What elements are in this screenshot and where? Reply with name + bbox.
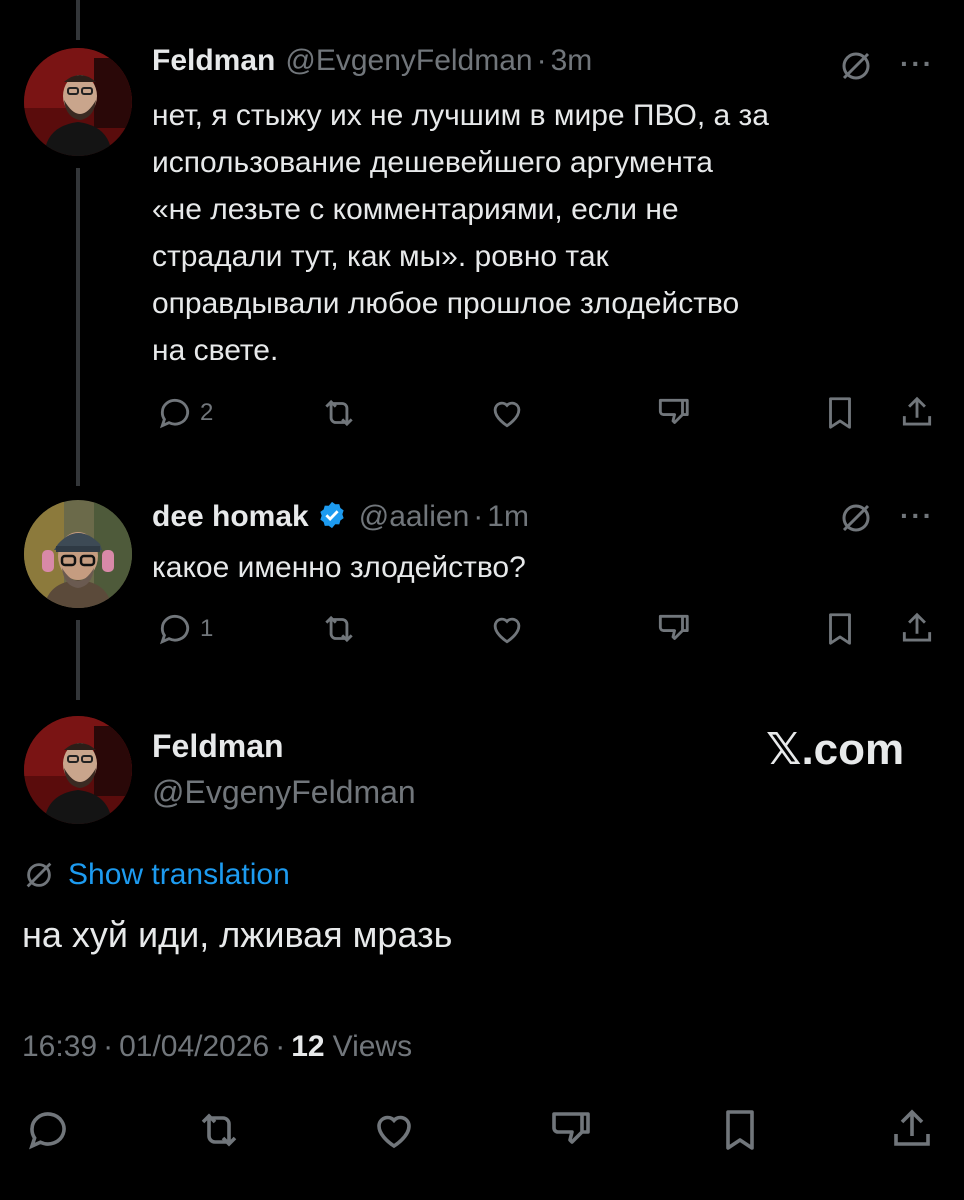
tweet1-share-button[interactable] xyxy=(898,394,936,432)
tweet2-separator: · xyxy=(473,500,484,533)
main-sep1: · xyxy=(103,1030,114,1063)
avatar-feldman[interactable] xyxy=(24,48,132,156)
tweet1-text-line: нет, я стыжу их не лучшим в мире ПВО, а … xyxy=(152,99,769,132)
avatar-feldman-main[interactable] xyxy=(24,716,132,824)
tweet2-like-button[interactable] xyxy=(488,610,526,648)
main-actions xyxy=(0,1106,964,1156)
tweet2-reply-button[interactable]: 1 xyxy=(156,610,213,648)
tweet1-retweet-button[interactable] xyxy=(318,394,360,432)
tweet1-bookmark-button[interactable] xyxy=(822,394,858,432)
like-icon xyxy=(493,401,521,428)
tweet1-time[interactable]: 3m xyxy=(551,44,593,78)
avatar-feldman-image xyxy=(24,48,132,156)
tweet2-text: какое именно злодейство? xyxy=(152,551,526,584)
thread-line-top xyxy=(76,0,80,40)
tweet1-text-line: использование дешевейшего аргумента xyxy=(152,146,713,179)
bookmark-icon xyxy=(726,1110,754,1150)
grok-icon[interactable] xyxy=(838,500,874,541)
translate-icon xyxy=(26,862,52,888)
main-sep2: · xyxy=(275,1030,286,1063)
tweet1-text-line: «не лезьте с комментариями, если не xyxy=(152,193,679,226)
like-icon xyxy=(493,617,521,644)
main-views-count: 12 xyxy=(291,1030,325,1063)
reply-icon xyxy=(29,1112,66,1150)
avatar-dee-homak[interactable] xyxy=(24,500,132,608)
main-time[interactable]: 16:39 xyxy=(22,1030,97,1064)
tweet2-handle[interactable]: @aalien xyxy=(359,500,470,534)
dislike-icon xyxy=(658,398,689,424)
tweet1-display-name[interactable]: Feldman xyxy=(152,44,275,78)
main-handle[interactable]: @EvgenyFeldman xyxy=(152,774,416,811)
tweet1-like-button[interactable] xyxy=(488,394,526,432)
tweet2-display-name[interactable]: dee homak xyxy=(152,500,309,534)
avatar-dee-homak-image xyxy=(24,500,132,608)
main-bookmark-button[interactable] xyxy=(718,1106,762,1154)
show-translation-link[interactable]: Show translation xyxy=(68,858,290,892)
tweet1-reply-count: 2 xyxy=(200,399,214,426)
main-like-button[interactable] xyxy=(370,1106,418,1154)
tweet2-header: dee homak @aalien · 1m xyxy=(152,496,529,534)
tweet1-header: Feldman @EvgenyFeldman · 3m xyxy=(152,44,592,78)
tweet2-actions: 1 xyxy=(0,610,964,650)
grok-icon[interactable] xyxy=(838,48,874,89)
bookmark-icon xyxy=(829,397,851,429)
share-icon xyxy=(894,1109,930,1146)
tweet1-text-line: на свете. xyxy=(152,334,279,367)
retweet-icon xyxy=(325,615,353,643)
main-display-name[interactable]: Feldman xyxy=(152,728,284,765)
main-views-label: Views xyxy=(332,1030,413,1063)
tweet1-text-line: оправдывали любое прошлое злодейство xyxy=(152,287,740,320)
tweet1-text: нет, я стыжу их не лучшим в мире ПВО, а … xyxy=(152,92,769,374)
main-share-button[interactable] xyxy=(888,1106,936,1154)
tweet1-handle[interactable]: @EvgenyFeldman xyxy=(285,44,532,78)
tweet2-time[interactable]: 1m xyxy=(487,500,529,534)
tweet2-retweet-button[interactable] xyxy=(318,610,360,648)
tweet2-dislike-button[interactable] xyxy=(654,610,692,648)
verified-badge-icon xyxy=(317,500,347,530)
main-date[interactable]: 01/04/2026 xyxy=(119,1030,269,1064)
tweet1-reply-button[interactable]: 2 xyxy=(156,394,213,432)
main-tweet-text: на хуй иди, лживая мразь xyxy=(22,914,453,955)
reply-icon xyxy=(159,398,190,429)
tweet1-actions: 2 xyxy=(0,394,964,434)
reply-icon xyxy=(159,614,190,645)
main-dislike-button[interactable] xyxy=(546,1106,594,1154)
show-translation-row[interactable]: Show translation xyxy=(22,858,290,892)
tweet2-reply-count: 1 xyxy=(200,615,214,642)
avatar-feldman-main-image xyxy=(24,716,132,824)
main-meta: 16:39 · 01/04/2026 · 12 Views xyxy=(22,1030,412,1064)
tweet2-share-button[interactable] xyxy=(898,610,936,648)
tweet1-separator: · xyxy=(536,44,547,77)
tweet1-more-button[interactable]: ··· xyxy=(900,48,934,80)
tweet2-bookmark-button[interactable] xyxy=(822,610,858,648)
tweet1-dislike-button[interactable] xyxy=(654,394,692,432)
tweet2-more-button[interactable]: ··· xyxy=(900,500,934,532)
dislike-icon xyxy=(552,1112,590,1144)
thread-line-1 xyxy=(76,168,80,486)
main-retweet-button[interactable] xyxy=(192,1106,246,1154)
main-reply-button[interactable] xyxy=(24,1106,72,1154)
retweet-icon xyxy=(325,399,353,427)
x-com-watermark: 𝕏.com xyxy=(766,725,905,774)
retweet-icon xyxy=(201,1113,237,1147)
bookmark-icon xyxy=(829,613,851,645)
share-icon xyxy=(902,612,932,642)
tweet1-text-line: страдали тут, как мы». ровно так xyxy=(152,240,609,273)
dislike-icon xyxy=(658,614,689,640)
like-icon xyxy=(377,1115,411,1149)
share-icon xyxy=(902,396,932,426)
